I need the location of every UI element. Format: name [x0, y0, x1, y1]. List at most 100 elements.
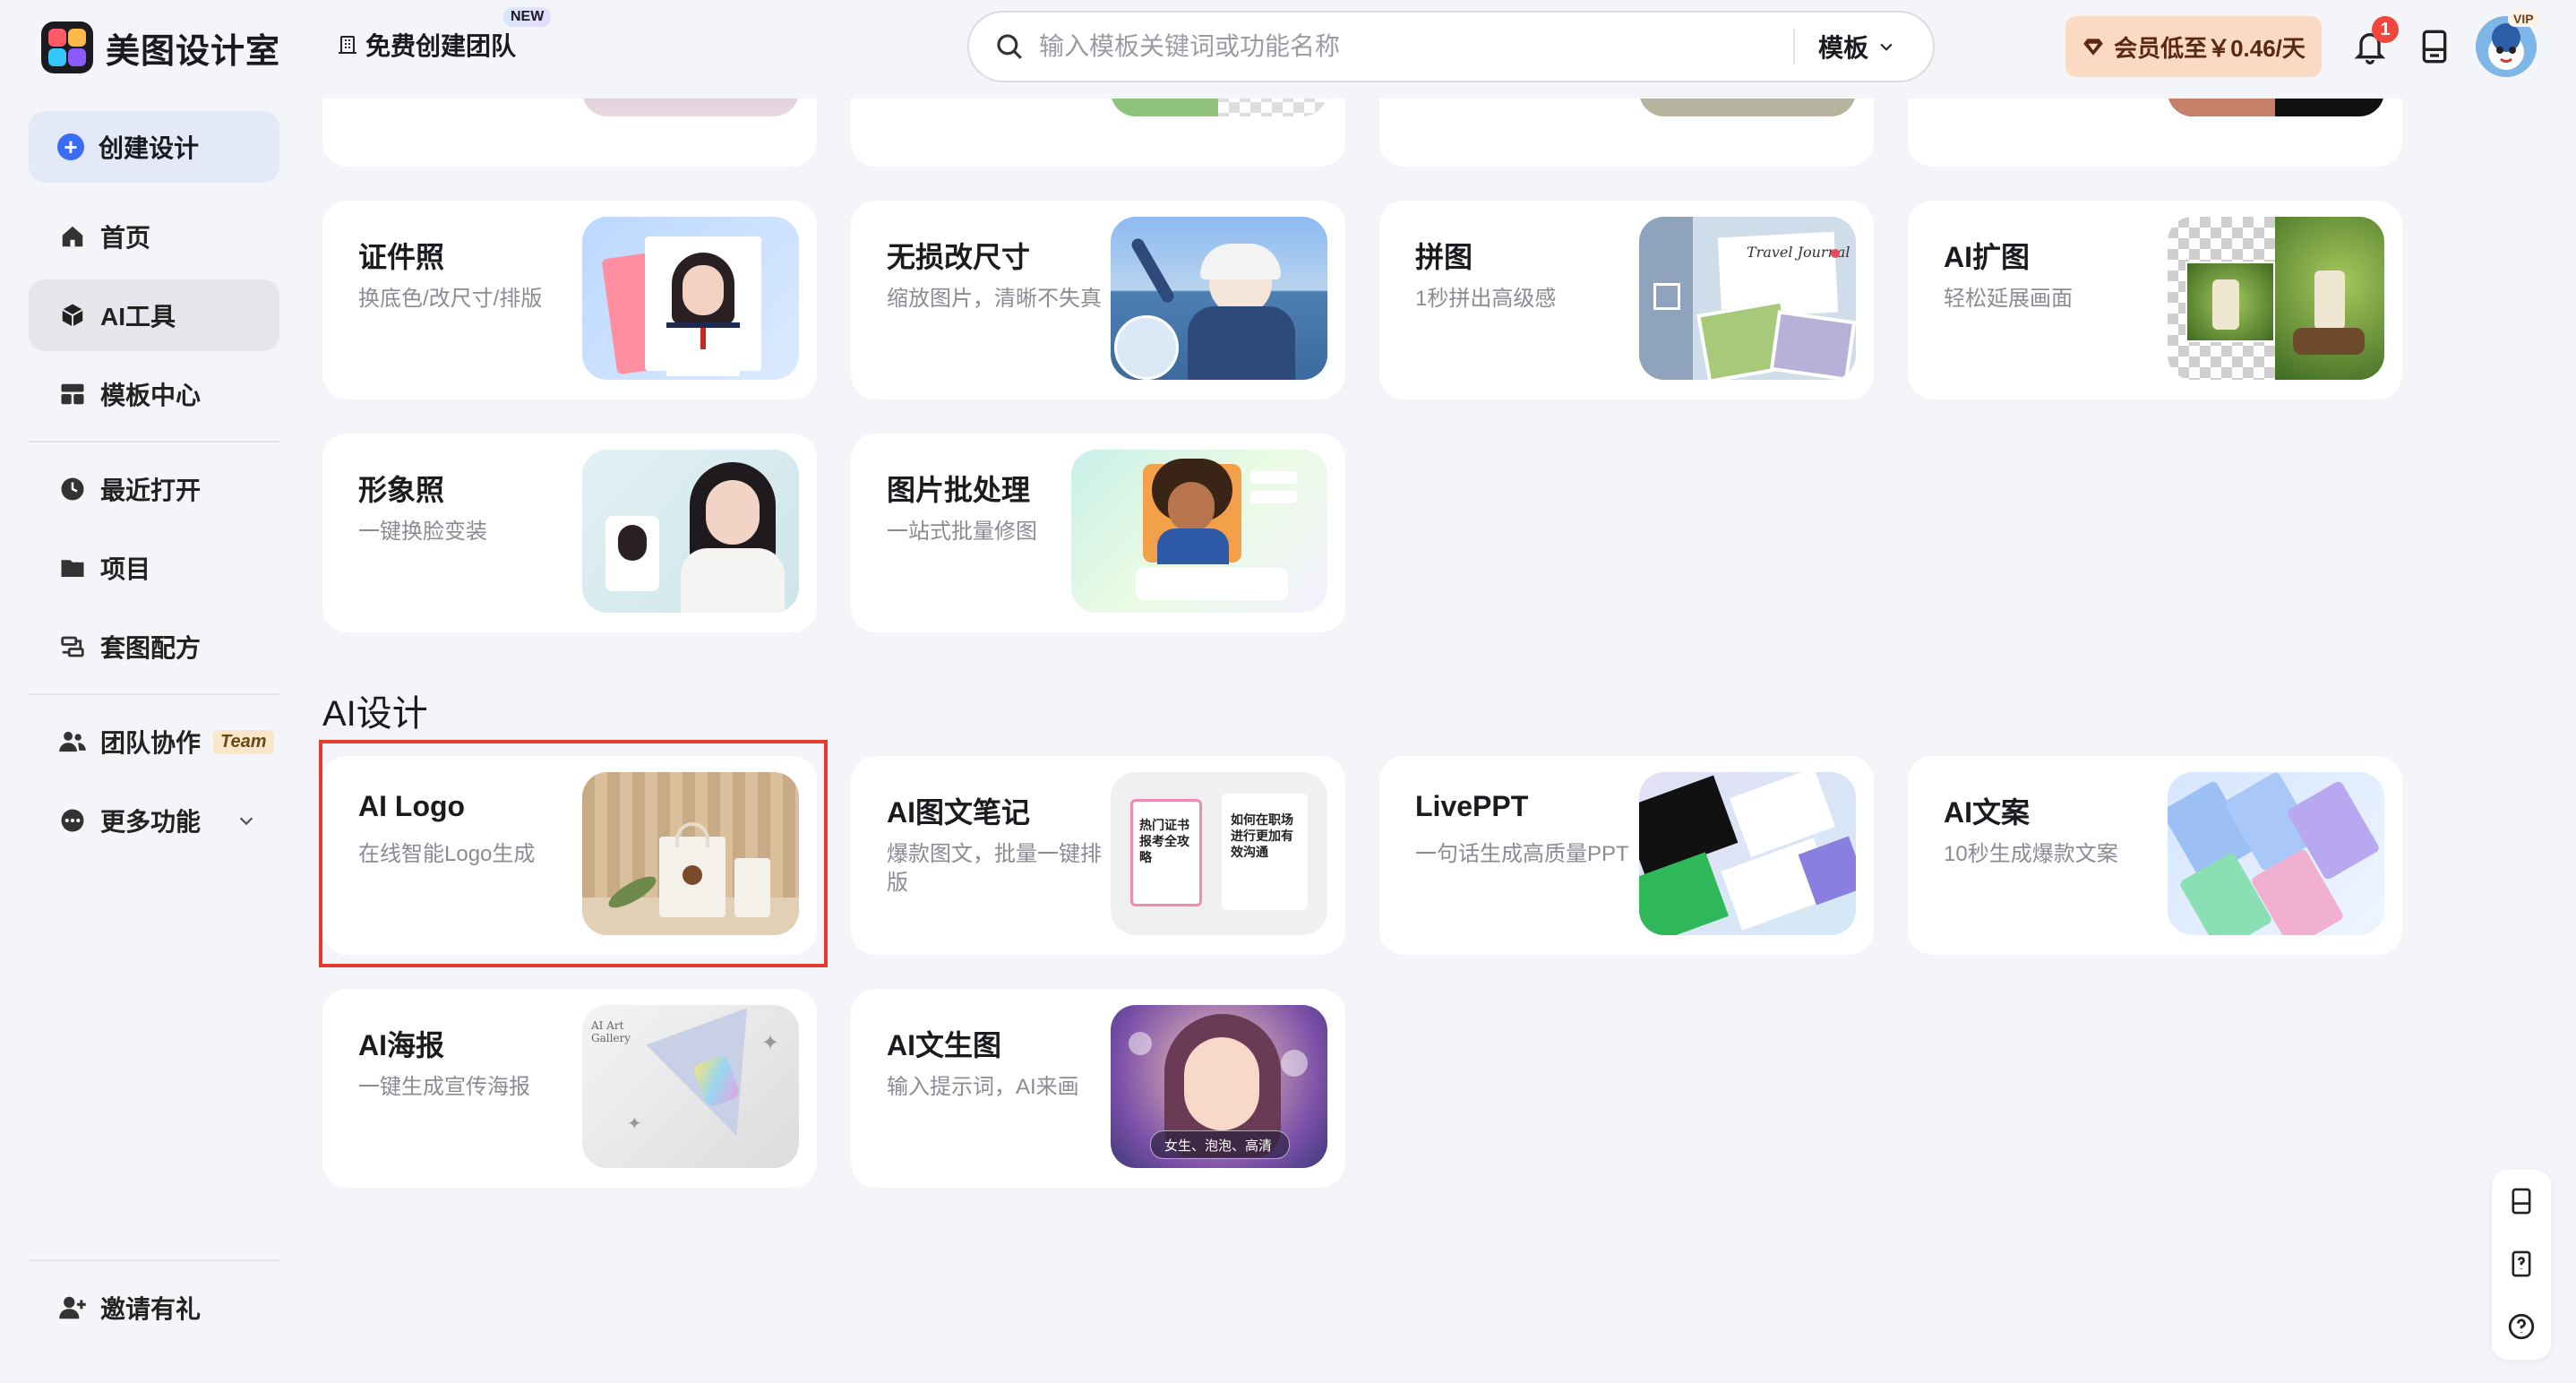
sidebar-item-recipes[interactable]: 套图配方 — [29, 611, 279, 683]
ai-card-desc: 爆款图文，批量一键排版 — [887, 842, 1102, 895]
search-bar: 模板 — [967, 11, 1935, 82]
tool-card-batch[interactable]: 图片批处理 一站式批量修图 — [851, 434, 1345, 632]
liveppt-thumbnail — [1639, 772, 1856, 935]
sidebar-item-templates[interactable]: 模板中心 — [29, 358, 279, 430]
id-photo-thumbnail — [582, 217, 799, 380]
tool-card-collage[interactable]: 拼图 1秒拼出高级感 Travel Journal — [1379, 201, 1874, 399]
brand-logo[interactable]: 美图设计室 — [41, 21, 280, 73]
ai-card-title: AI海报 — [358, 1029, 445, 1061]
sidebar-item-label: 套图配方 — [100, 634, 202, 662]
tool-card-portrait[interactable]: 形象照 一键换脸变装 — [322, 434, 817, 632]
tool-card-title: 拼图 — [1415, 241, 1473, 273]
resize-thumbnail — [1111, 217, 1327, 380]
vip-tag: VIP — [2508, 11, 2539, 27]
help-doc-icon[interactable] — [2506, 1249, 2537, 1279]
team-icon — [57, 726, 88, 757]
vip-upgrade-button[interactable]: 会员低至￥0.46/天 — [2065, 16, 2322, 77]
sidebar-item-more[interactable]: 更多功能 — [29, 785, 279, 856]
tool-card-desc: 一键换脸变装 — [358, 520, 487, 544]
ai-expand-thumbnail — [2168, 217, 2384, 380]
building-icon — [339, 36, 356, 54]
tool-card-desc: 1秒拼出高级感 — [1415, 287, 1557, 311]
sidebar: + 创建设计 首页 AI工具 模板中心 最近打开 项目 套图配方 团队协作 Te… — [0, 99, 305, 1383]
tool-card-desc: 换底色/改尺寸/排版 — [358, 287, 543, 311]
chevron-down-icon — [239, 817, 253, 826]
ai-card-desc: 10秒生成爆款文案 — [1944, 842, 2118, 866]
tool-card-ai-expand[interactable]: AI扩图 轻松延展画面 — [1908, 201, 2402, 399]
search-scope-label: 模板 — [1818, 34, 1869, 62]
search-divider — [1793, 29, 1795, 64]
tablet-icon[interactable] — [2417, 27, 2452, 66]
add-user-icon — [57, 1293, 88, 1323]
top-header: 美图设计室 免费创建团队 NEW 模板 会员低至￥0.46/天 1 VIP — [0, 0, 2576, 99]
home-icon — [57, 221, 88, 252]
tool-card-title: AI扩图 — [1944, 241, 2031, 273]
brand-logo-icon — [41, 21, 93, 73]
ai-poster-thumbnail: AI Art Gallery ✦ ✦ — [582, 1005, 799, 1168]
note-right-text: 如何在职场进行更加有效沟通 — [1231, 812, 1293, 859]
plus-icon: + — [57, 133, 84, 160]
notification-badge: 1 — [2372, 16, 2399, 43]
sidebar-item-label: 更多功能 — [100, 808, 202, 836]
ai-card-liveppt[interactable]: LivePPT 一句话生成高质量PPT — [1379, 756, 1874, 955]
tool-card-lossless-resize[interactable]: 无损改尺寸 缩放图片，清晰不失真 — [851, 201, 1345, 399]
sidebar-item-home[interactable]: 首页 — [29, 201, 279, 272]
sidebar-item-label: 项目 — [100, 555, 151, 583]
create-design-label: 创建设计 — [99, 134, 200, 162]
search-scope-dropdown[interactable]: 模板 — [1818, 29, 1895, 64]
portrait-thumbnail — [582, 450, 799, 613]
sidebar-divider — [29, 693, 279, 695]
diamond-icon — [2083, 39, 2103, 56]
collage-thumbnail: Travel Journal — [1639, 217, 1856, 380]
tool-card-id-photo[interactable]: 证件照 换底色/改尺寸/排版 — [322, 201, 817, 399]
team-tag: Team — [213, 729, 274, 754]
help-icon[interactable] — [2506, 1311, 2537, 1342]
ai-card-copywriting[interactable]: AI文案 10秒生成爆款文案 — [1908, 756, 2402, 955]
ai-card-poster[interactable]: AI海报 一键生成宣传海报 AI Art Gallery ✦ ✦ — [322, 989, 817, 1188]
ai-card-note[interactable]: AI图文笔记 爆款图文，批量一键排版 热门证书报考全攻略 如何在职场进行更加有效… — [851, 756, 1345, 955]
poster-gallery-text: AI Art Gallery — [591, 1019, 631, 1044]
ai-note-thumbnail: 热门证书报考全攻略 如何在职场进行更加有效沟通 — [1111, 772, 1327, 935]
search-icon — [997, 34, 1022, 59]
ai-card-desc: 输入提示词，AI来画 — [887, 1075, 1079, 1099]
invite-label: 邀请有礼 — [100, 1295, 202, 1323]
note-left-text: 热门证书报考全攻略 — [1139, 818, 1189, 864]
sidebar-item-team[interactable]: 团队协作 Team — [29, 706, 279, 777]
chevron-down-icon — [1880, 43, 1893, 51]
tool-card-desc: 轻松延展画面 — [1944, 287, 2073, 311]
sidebar-divider — [29, 441, 279, 442]
sidebar-item-label: 团队协作 — [100, 729, 202, 757]
sidebar-item-label: AI工具 — [100, 303, 176, 331]
ai-card-title: LivePPT — [1415, 790, 1529, 822]
sidebar-item-label: 首页 — [100, 224, 151, 252]
new-badge: NEW — [503, 7, 552, 27]
ai-card-title: AI文案 — [1944, 796, 2031, 829]
recipe-icon — [57, 631, 88, 662]
ai-card-desc: 一句话生成高质量PPT — [1415, 842, 1629, 866]
search-input[interactable] — [1037, 31, 1793, 62]
brand-name: 美图设计室 — [106, 32, 281, 71]
cube-icon — [57, 300, 88, 331]
tool-card-title: 无损改尺寸 — [887, 241, 1031, 273]
sidebar-divider — [29, 1259, 279, 1261]
copywriting-thumbnail — [2168, 772, 2384, 935]
sidebar-item-recent[interactable]: 最近打开 — [29, 453, 279, 525]
create-design-button[interactable]: + 创建设计 — [29, 111, 279, 183]
sidebar-item-label: 模板中心 — [100, 382, 202, 409]
tablet-icon[interactable] — [2506, 1186, 2537, 1216]
ai-card-desc: 一键生成宣传海报 — [358, 1075, 530, 1099]
create-team-link[interactable]: 免费创建团队 — [337, 27, 516, 63]
batch-thumbnail — [1071, 450, 1327, 613]
sidebar-item-label: 最近打开 — [100, 477, 202, 504]
sidebar-item-ai-tools[interactable]: AI工具 — [29, 279, 279, 351]
ai-card-text-to-image[interactable]: AI文生图 输入提示词，AI来画 女生、泡泡、高清 — [851, 989, 1345, 1188]
template-icon — [57, 379, 88, 409]
invite-link[interactable]: 邀请有礼 — [29, 1272, 279, 1344]
folder-icon — [57, 553, 88, 583]
tool-card-title: 形象照 — [358, 474, 445, 506]
tool-card-title: 证件照 — [358, 241, 445, 273]
clock-icon — [57, 474, 88, 504]
tool-card-desc: 缩放图片，清晰不失真 — [887, 287, 1102, 311]
floating-toolbar — [2492, 1170, 2551, 1360]
sidebar-item-projects[interactable]: 项目 — [29, 532, 279, 604]
